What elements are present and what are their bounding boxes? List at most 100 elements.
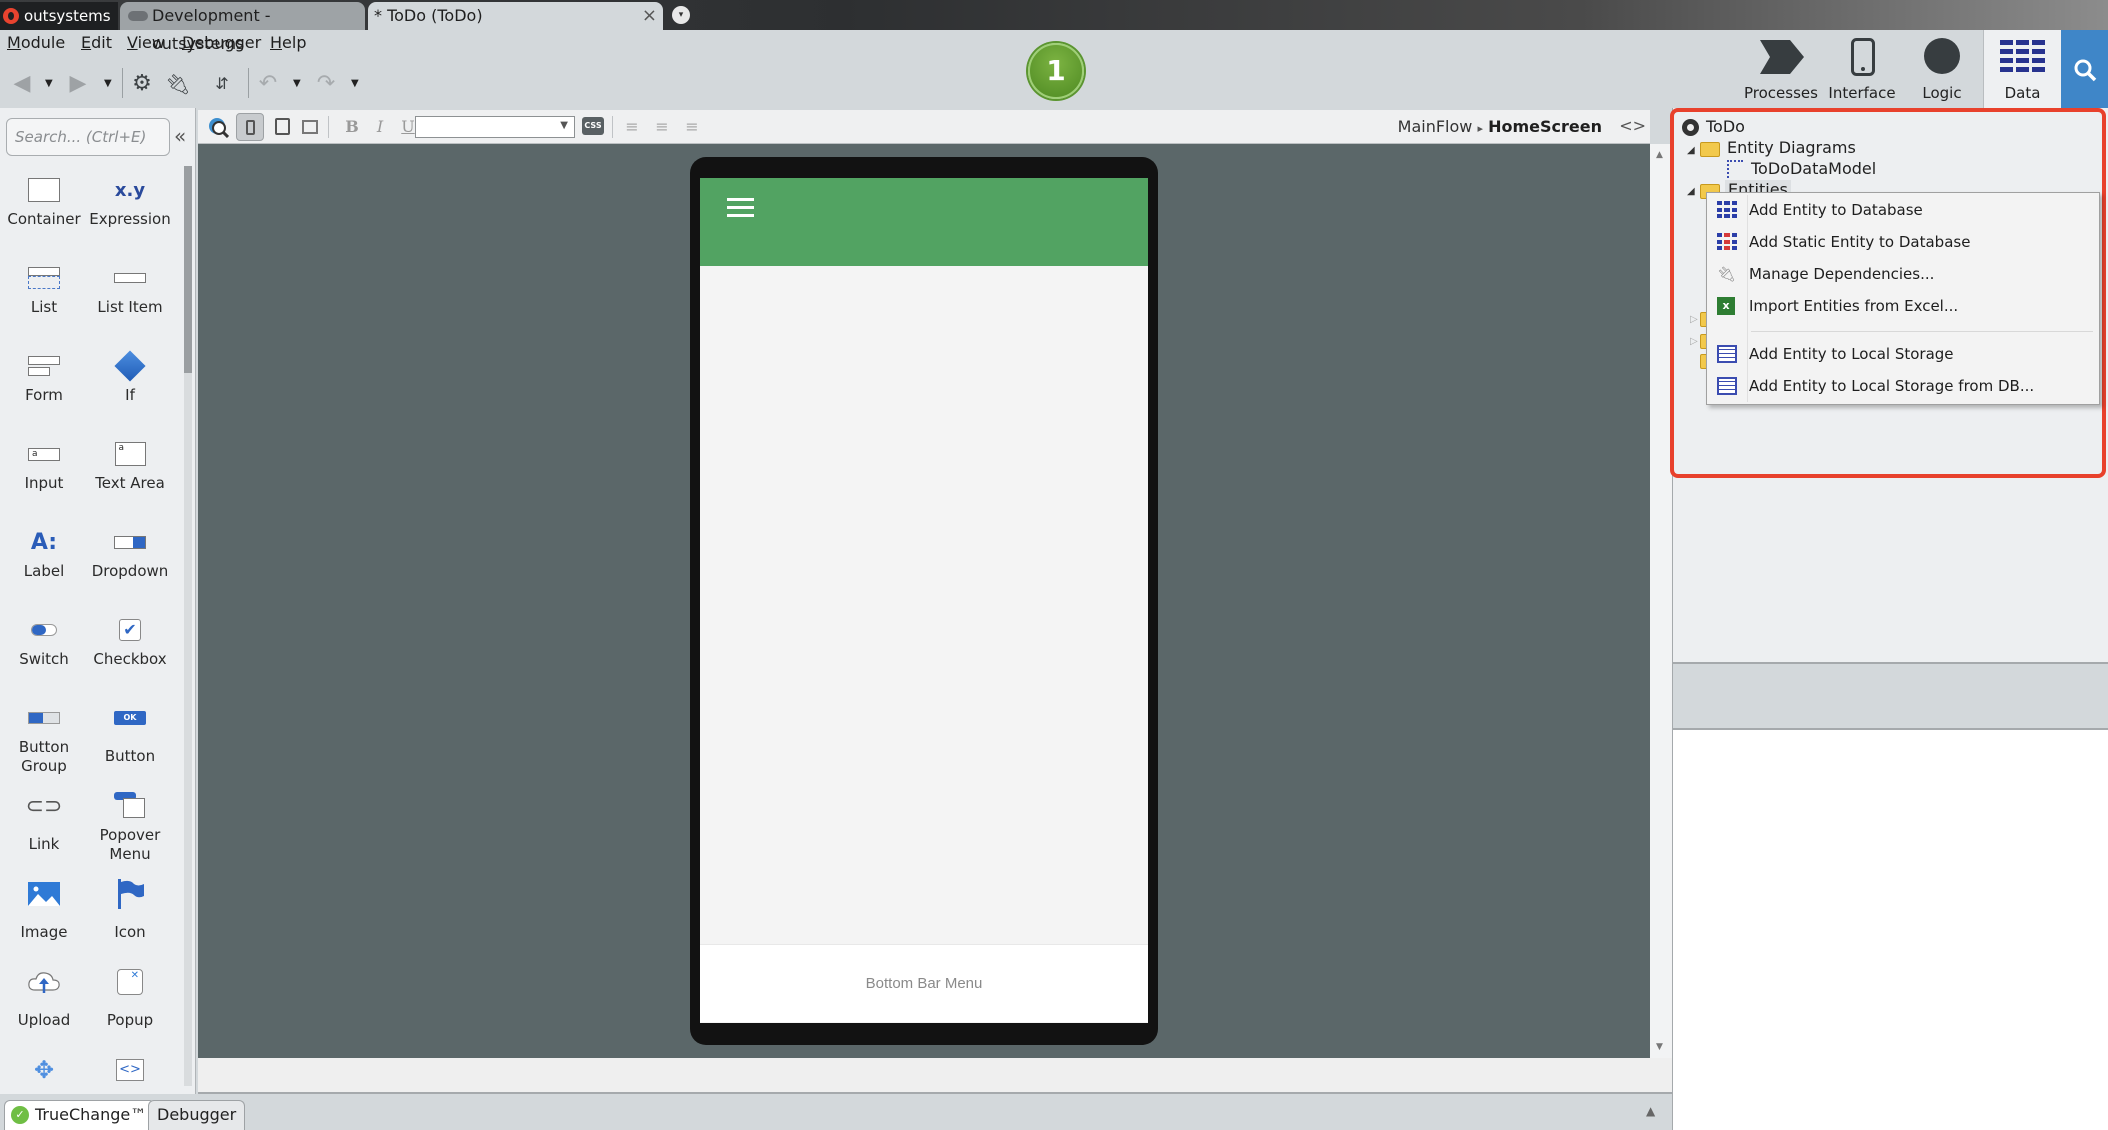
hamburger-menu-icon[interactable] [727,198,754,218]
settings-icon[interactable]: ⚙ [128,70,156,98]
search-icon [2074,59,2097,82]
scroll-down-icon[interactable]: ▼ [1656,1042,1663,1052]
widget-checkbox[interactable]: ✔ Checkbox [86,610,174,669]
app-header[interactable] [700,178,1148,266]
tab-todo-module[interactable]: * ToDo (ToDo) × [368,2,663,30]
widget-label: Upload [17,1011,71,1029]
bold-button[interactable]: B [338,113,366,141]
tab-development[interactable]: Development - outsystems [120,2,365,53]
align-center-icon[interactable]: ≡ [648,113,676,141]
menu-item-add-entity-database[interactable]: Add Entity to Database [1709,195,2097,225]
widget-popover-menu[interactable]: Popover Menu [86,786,174,864]
widget-input[interactable]: a Input [0,434,88,493]
breadcrumb-flow[interactable]: MainFlow [1398,117,1473,136]
step-badge[interactable]: 1 [1028,43,1084,99]
widget-switch[interactable]: Switch [0,610,88,669]
widget-label[interactable]: A: Label [0,522,88,581]
menu-item-add-local-entity-from-db[interactable]: Add Entity to Local Storage from DB... [1709,371,2097,401]
canvas-horizontal-scrollbar[interactable] [198,1058,1672,1094]
tab-interface[interactable]: Interface [1822,30,1902,108]
tab-outsystems[interactable]: outsystems [0,2,118,30]
menu-item-add-static-entity[interactable]: Add Static Entity to Database [1709,227,2097,257]
menu-edit[interactable]: Edit [81,33,112,52]
menu-module[interactable]: Module [7,33,65,52]
menu-label: ebugger [194,33,262,52]
breadcrumb-screen[interactable]: HomeScreen [1488,117,1602,136]
menu-item-add-local-entity[interactable]: Add Entity to Local Storage [1709,339,2097,369]
menu-help[interactable]: Help [270,33,306,52]
canvas-vertical-scrollbar[interactable]: ▲ ▼ [1650,144,1672,1058]
forward-icon[interactable]: ▶ [66,70,90,98]
menu-debugger[interactable]: Debugger [182,33,261,52]
widget-list[interactable]: List [0,258,88,317]
back-icon[interactable]: ◀ [10,70,34,98]
menu-item-label: Manage Dependencies... [1749,265,1935,283]
phone-screen[interactable]: Bottom Bar Menu [700,178,1148,1023]
search-button[interactable] [2061,30,2108,108]
tab-processes[interactable]: Processes [1740,30,1822,108]
tab-list-button[interactable]: ▾ [672,6,690,24]
context-menu: Add Entity to Database Add Static Entity… [1706,192,2100,405]
close-icon[interactable]: × [642,2,657,30]
scrollbar-thumb[interactable] [184,166,192,373]
style-class-select[interactable]: ▼ [415,116,575,138]
phone-view-icon[interactable] [236,113,264,141]
widget-form[interactable]: Form [0,346,88,405]
widget-link[interactable]: ⊂⊃ Link [0,786,88,854]
widget-button-group[interactable]: Button Group [0,698,88,776]
css-button[interactable]: CSS [582,117,604,135]
undo-icon[interactable]: ↶ [254,70,282,98]
toolbox-scrollbar[interactable] [184,166,192,1086]
merge-icon[interactable]: ⇵ [208,70,236,98]
widget-label: Text Area [95,474,165,492]
align-left-icon[interactable]: ≡ [618,113,646,141]
widget-dropdown[interactable]: Dropdown [86,522,174,581]
widget-label: Checkbox [93,650,167,668]
link-icon: ⊂⊃ [25,793,63,819]
tab-logic[interactable]: Logic [1902,30,1982,108]
panel-splitter[interactable] [1673,662,2108,730]
tab-debugger[interactable]: Debugger [148,1100,246,1130]
bottom-bar-menu[interactable]: Bottom Bar Menu [700,944,1148,1022]
checkbox-icon: ✔ [86,610,174,650]
widget-html-element[interactable]: <> [86,1050,174,1090]
label-icon: A: [30,529,58,555]
widget-button[interactable]: OK Button [86,698,174,766]
redo-dropdown-icon[interactable]: ▼ [351,78,359,89]
menu-item-import-excel[interactable]: x Import Entities from Excel... [1709,291,2097,321]
expand-panel-icon[interactable]: ▲ [1646,1104,1655,1118]
tablet-view-icon[interactable] [268,113,296,141]
bottom-tab-bar: ✓ TrueChange™ Debugger [0,1095,1672,1130]
toolbar-separator [612,116,613,138]
widget-icon[interactable]: Icon [86,874,174,942]
collapse-toolbox-icon[interactable]: « [174,124,186,148]
widget-text-area[interactable]: a Text Area [86,434,174,493]
forward-dropdown-icon[interactable]: ▼ [104,78,112,89]
redo-icon[interactable]: ↷ [312,70,340,98]
menu-view[interactable]: View [127,33,165,52]
widget-list-item[interactable]: List Item [86,258,174,317]
widget-upload[interactable]: Upload [0,962,88,1030]
code-view-toggle[interactable]: <> [1619,116,1646,135]
widget-container[interactable]: Container [0,170,88,229]
italic-button[interactable]: I [366,113,394,141]
back-dropdown-icon[interactable]: ▼ [45,78,53,89]
widget-image[interactable]: Image [0,874,88,942]
popover-menu-icon [86,786,174,826]
tab-label: Debugger [157,1105,237,1124]
tab-label: outsystems [24,7,111,25]
tab-data[interactable]: Data [1983,30,2061,108]
toolbox-search-input[interactable]: Search... (Ctrl+E) [6,118,170,156]
widget-popup[interactable]: ✕ Popup [86,962,174,1030]
plug-icon[interactable]: 🔌︎ [164,70,192,98]
widget-block[interactable]: ✥ [0,1050,88,1090]
preview-zoom-icon[interactable] [204,113,232,141]
undo-dropdown-icon[interactable]: ▼ [293,78,301,89]
widget-expression[interactable]: x.y Expression [86,170,174,229]
menu-item-manage-dependencies[interactable]: 🔌︎ Manage Dependencies... [1709,259,2097,289]
align-right-icon[interactable]: ≡ [678,113,706,141]
rotate-view-icon[interactable] [296,113,324,141]
scroll-up-icon[interactable]: ▲ [1656,150,1663,160]
tab-truechange[interactable]: ✓ TrueChange™ [4,1100,156,1130]
widget-if[interactable]: If [86,346,174,405]
